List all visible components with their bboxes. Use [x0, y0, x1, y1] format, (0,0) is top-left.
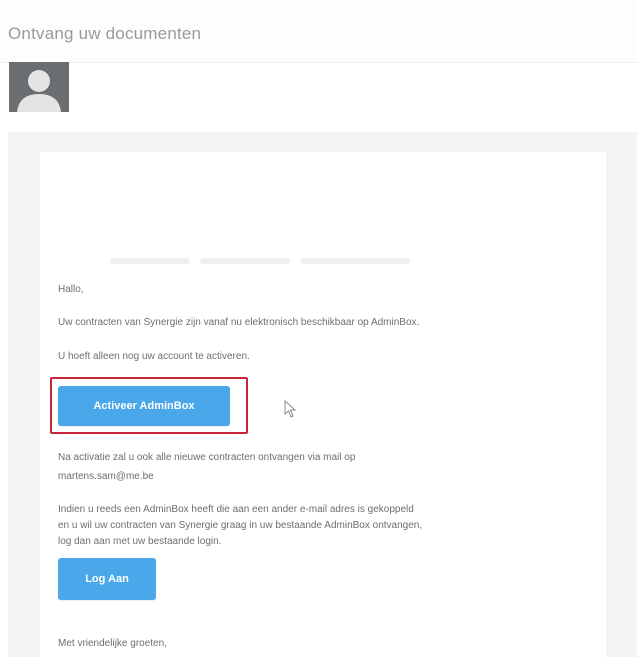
email-subject: Ontvang uw documenten: [8, 24, 202, 43]
after-activation-text: Na activatie zal u ook alle nieuwe contr…: [58, 452, 356, 463]
closing-text: Met vriendelijke groeten,: [58, 638, 167, 649]
faint-header-line: [110, 258, 190, 264]
intro-text: Uw contracten van Synergie zijn vanaf nu…: [58, 317, 420, 328]
existing-account-text: log dan aan met uw bestaande login.: [58, 536, 222, 547]
recipient-email: martens.sam@me.be: [58, 471, 154, 482]
mouse-cursor-icon: [284, 400, 297, 418]
login-button[interactable]: Log Aan: [58, 558, 156, 600]
existing-account-text: en u wil uw contracten van Synergie graa…: [58, 520, 423, 531]
action-hint-text: U hoeft alleen nog uw account te activer…: [58, 351, 250, 362]
faint-header-line: [300, 258, 410, 264]
email-header-bar: Ontvang uw documenten: [0, 0, 637, 63]
faint-header-line: [200, 258, 290, 264]
sender-avatar: [9, 62, 69, 112]
activate-adminbox-button[interactable]: Activeer AdminBox: [58, 386, 230, 426]
person-icon: [9, 62, 69, 112]
existing-account-text: Indien u reeds een AdminBox heeft die aa…: [58, 504, 414, 515]
greeting-text: Hallo,: [58, 284, 84, 295]
